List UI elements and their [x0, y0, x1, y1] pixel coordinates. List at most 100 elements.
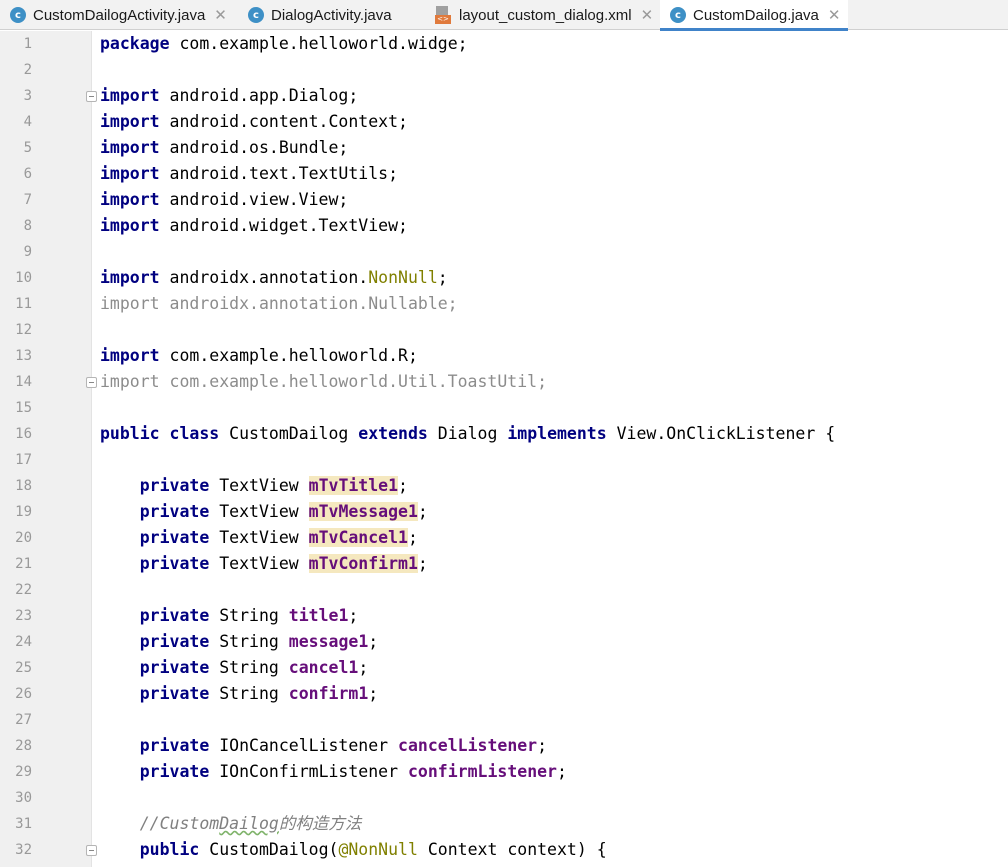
code-token: android.content.Context;	[159, 112, 408, 131]
line-number: 9	[23, 244, 32, 260]
line-number: 10	[15, 270, 32, 286]
code-line: private String message1;	[100, 629, 378, 655]
line-number: 5	[23, 140, 32, 156]
code-token: androidx.annotation.	[159, 268, 369, 287]
code-token: NonNull	[368, 268, 438, 287]
line-number: 4	[23, 114, 32, 130]
code-token: import com.example.helloworld.Util.Toast…	[100, 372, 548, 391]
code-line: import android.app.Dialog;	[100, 83, 358, 109]
code-line: import android.content.Context;	[100, 109, 408, 135]
code-token: private	[139, 554, 210, 573]
code-editor[interactable]: 1 2 3 4 5 6 7 8 9 10 11 12 13 14 15 16 17 18 19 20 21 22 23 24 2…	[0, 31, 1008, 867]
line-number: 32	[15, 842, 32, 858]
fold-toggle-icon[interactable]	[86, 91, 97, 102]
code-token: mTvMessage1	[308, 502, 418, 521]
code-token: import androidx.annotation.Nullable;	[100, 294, 458, 313]
line-number: 25	[15, 660, 32, 676]
code-token: confirm1	[288, 684, 369, 703]
line-number: 20	[15, 530, 32, 546]
code-line: import androidx.annotation.NonNull;	[100, 265, 448, 291]
tab-label: layout_custom_dialog.xml	[459, 6, 632, 24]
code-token: String	[209, 684, 289, 703]
code-token: ;	[368, 632, 379, 651]
code-token: 的构造方法	[278, 814, 362, 833]
code-line: import com.example.helloworld.R;	[100, 343, 418, 369]
code-token: IOnConfirmListener	[209, 762, 408, 781]
tab-custom-dailog[interactable]: c CustomDailog.java ✕	[660, 0, 848, 31]
code-line: private TextView mTvConfirm1;	[100, 551, 428, 577]
tab-layout-custom-dialog-xml[interactable]: <> layout_custom_dialog.xml ✕	[435, 0, 655, 30]
code-token: String	[209, 658, 289, 677]
code-line: private TextView mTvTitle1;	[100, 473, 408, 499]
code-token: private	[139, 476, 210, 495]
line-number: 15	[15, 400, 32, 416]
editor-tab-bar: c CustomDailogActivity.java ✕ c DialogAc…	[0, 0, 1008, 31]
code-token: message1	[288, 632, 369, 651]
code-token: import	[100, 268, 160, 287]
code-token: TextView	[209, 554, 309, 573]
close-icon[interactable]: ✕	[828, 6, 841, 24]
line-number: 27	[15, 712, 32, 728]
code-token: private	[139, 658, 210, 677]
code-token: com.example.helloworld.widge;	[169, 34, 468, 53]
code-token: package	[100, 34, 170, 53]
close-icon[interactable]: ✕	[641, 6, 654, 24]
code-token: IOnCancelListener	[209, 736, 399, 755]
line-number: 6	[23, 166, 32, 182]
line-number: 31	[15, 816, 32, 832]
code-token: ;	[407, 528, 418, 547]
code-token: String	[209, 632, 289, 651]
code-token: TextView	[209, 528, 309, 547]
xml-file-icon: <>	[435, 6, 452, 24]
java-class-icon: c	[10, 7, 26, 23]
line-number: 11	[15, 296, 32, 312]
code-line: //CustomDailog的构造方法	[100, 811, 362, 837]
line-number: 8	[23, 218, 32, 234]
code-token: ;	[417, 554, 428, 573]
code-token: cancelListener	[398, 736, 538, 755]
fold-toggle-icon[interactable]	[86, 377, 97, 388]
line-number: 13	[15, 348, 32, 364]
line-number: 30	[15, 790, 32, 806]
code-line: private TextView mTvCancel1;	[100, 525, 418, 551]
code-line: import androidx.annotation.Nullable;	[100, 291, 458, 317]
code-token: android.os.Bundle;	[159, 138, 349, 157]
code-line: private IOnCancelListener cancelListener…	[100, 733, 547, 759]
code-token: ;	[358, 658, 369, 677]
code-line: private IOnConfirmListener confirmListen…	[100, 759, 567, 785]
tab-label: CustomDailogActivity.java	[33, 6, 206, 24]
code-token: extends	[358, 424, 428, 443]
line-number: 24	[15, 634, 32, 650]
code-token: ;	[368, 684, 379, 703]
code-token: Context context) {	[417, 840, 607, 859]
tab-custom-dailog-activity[interactable]: c CustomDailogActivity.java ✕	[10, 0, 238, 30]
code-line: private TextView mTvMessage1;	[100, 499, 428, 525]
tab-dialog-activity[interactable]: c DialogActivity.java	[248, 0, 423, 30]
line-number: 7	[23, 192, 32, 208]
code-token: private	[139, 502, 210, 521]
code-token: public class	[100, 424, 220, 443]
line-number: 26	[15, 686, 32, 702]
code-token: com.example.helloworld.R;	[159, 346, 418, 365]
code-token: ;	[348, 606, 359, 625]
code-token: android.widget.TextView;	[159, 216, 408, 235]
close-icon[interactable]: ✕	[214, 6, 227, 24]
code-token: import	[100, 346, 160, 365]
java-class-icon: c	[248, 7, 264, 23]
code-token: TextView	[209, 476, 309, 495]
code-line: import android.view.View;	[100, 187, 348, 213]
fold-toggle-icon[interactable]	[86, 845, 97, 856]
code-token: ;	[557, 762, 567, 781]
code-token: android.app.Dialog;	[159, 86, 359, 105]
line-number: 29	[15, 764, 32, 780]
